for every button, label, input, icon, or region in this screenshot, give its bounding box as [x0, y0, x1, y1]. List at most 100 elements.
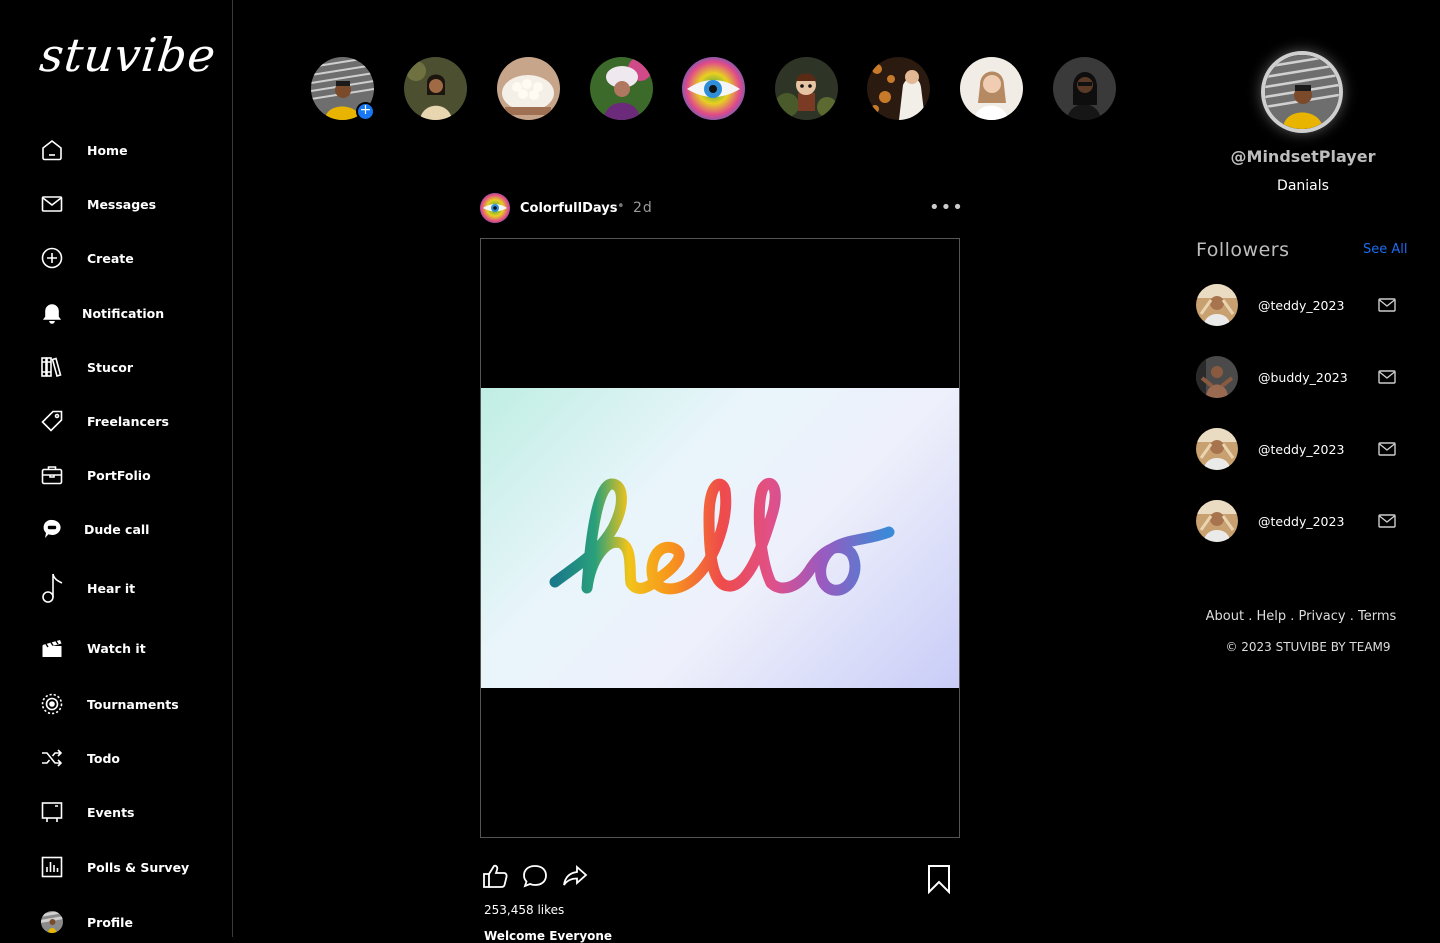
follower-name[interactable]: @teddy_2023 [1258, 298, 1344, 313]
sidebar-item-label: Watch it [87, 640, 146, 656]
briefcase-icon [40, 463, 64, 487]
home-icon [40, 138, 64, 162]
follower-item[interactable]: @buddy_2023 [1196, 356, 1401, 400]
avatar[interactable] [1196, 500, 1238, 542]
thumbs-up-icon [483, 864, 508, 888]
profile-name: Danials [1277, 178, 1329, 194]
bookmark-button[interactable] [925, 864, 953, 895]
more-options-button[interactable]: ••• [929, 197, 964, 218]
sidebar-item-label: Create [87, 250, 134, 266]
avatar [40, 910, 64, 934]
profile-handle[interactable]: @MindsetPlayer [1203, 147, 1403, 166]
link-separator: . [1244, 609, 1257, 624]
sidebar-item-label: Home [87, 142, 128, 158]
sidebar-item-label: Dude call [84, 521, 150, 537]
post-media-frame[interactable] [480, 238, 960, 838]
follower-item[interactable]: @teddy_2023 [1196, 428, 1401, 472]
share-button[interactable] [561, 862, 589, 890]
avatar[interactable] [1196, 428, 1238, 470]
story-item[interactable] [960, 57, 1023, 120]
avatar[interactable] [1196, 356, 1238, 398]
avatar[interactable] [1196, 284, 1238, 326]
story-item[interactable] [497, 57, 560, 120]
sidebar-item-tournaments[interactable]: Tournaments [40, 690, 179, 718]
follower-name[interactable]: @buddy_2023 [1258, 370, 1348, 385]
sidebar-item-label: Profile [87, 914, 133, 930]
sidebar-item-label: Messages [87, 196, 157, 212]
easel-icon [40, 800, 64, 824]
sidebar-item-watch-it[interactable]: Watch it [40, 634, 146, 662]
profile-avatar[interactable] [1261, 51, 1343, 133]
mail-icon[interactable] [1378, 440, 1396, 458]
sidebar-item-polls-survey[interactable]: Polls & Survey [40, 853, 189, 881]
story-item[interactable] [775, 57, 838, 120]
sidebar-item-label: Tournaments [87, 696, 179, 712]
sidebar-item-label: Todo [87, 750, 120, 766]
chat-bubble-icon [40, 517, 64, 541]
sidebar-item-stucor[interactable]: Stucor [40, 353, 133, 381]
tag-icon [40, 409, 64, 433]
follower-item[interactable]: @teddy_2023 [1196, 500, 1401, 544]
sidebar-item-portfolio[interactable]: PortFolio [40, 461, 151, 489]
sidebar-item-notification[interactable]: Notification [40, 299, 164, 327]
sidebar-item-todo[interactable]: Todo [40, 744, 120, 772]
post-author-avatar[interactable] [480, 193, 510, 223]
story-item[interactable] [682, 57, 745, 120]
sidebar-item-label: Stucor [87, 359, 134, 375]
add-story-button[interactable]: + [356, 102, 375, 121]
follower-item[interactable]: @teddy_2023 [1196, 284, 1401, 328]
like-button[interactable] [481, 862, 509, 890]
sidebar: stuvibe Home Messages Create Notificatio… [0, 0, 233, 937]
story-item[interactable] [867, 57, 930, 120]
link-separator: . [1286, 609, 1299, 624]
sidebar-item-events[interactable]: Events [40, 798, 134, 826]
separator-dot: • [617, 199, 625, 214]
hello-lettering [549, 477, 895, 596]
follower-name[interactable]: @teddy_2023 [1258, 514, 1344, 529]
sidebar-item-label: Notification [82, 305, 165, 321]
mail-icon [40, 192, 64, 216]
copyright-text: © 2023 STUVIBE BY TEAM9 [1225, 640, 1391, 654]
followers-heading: Followers [1196, 239, 1290, 261]
follower-name[interactable]: @teddy_2023 [1258, 442, 1344, 457]
sidebar-item-messages[interactable]: Messages [40, 190, 156, 218]
terms-link[interactable]: Terms [1358, 609, 1396, 624]
sidebar-item-label: Freelancers [87, 413, 169, 429]
post-author-name[interactable]: ColorfullDays [520, 201, 617, 216]
clapperboard-icon [40, 636, 64, 660]
story-item[interactable] [404, 57, 467, 120]
bar-chart-icon [40, 855, 64, 879]
comment-button[interactable] [521, 862, 549, 890]
comment-icon [523, 865, 547, 888]
sidebar-item-create[interactable]: Create [40, 244, 134, 272]
privacy-link[interactable]: Privacy [1299, 609, 1346, 624]
story-item[interactable] [590, 57, 653, 120]
app-logo[interactable]: stuvibe [37, 28, 219, 82]
story-item[interactable] [1053, 57, 1116, 120]
mail-icon[interactable] [1378, 296, 1396, 314]
bell-icon [40, 301, 64, 325]
sidebar-item-home[interactable]: Home [40, 136, 128, 164]
see-all-followers-link[interactable]: See All [1363, 242, 1408, 257]
post-timestamp: 2d [633, 200, 653, 216]
about-link[interactable]: About [1206, 609, 1244, 624]
sidebar-item-label: PortFolio [87, 467, 151, 483]
help-link[interactable]: Help [1257, 609, 1287, 624]
sidebar-item-hear-it[interactable]: Hear it [40, 571, 135, 605]
bookmark-icon [928, 865, 950, 895]
post-caption: Welcome Everyone [484, 929, 613, 943]
plus-circle-icon [40, 246, 64, 270]
target-icon [40, 692, 64, 716]
sidebar-item-dude-call[interactable]: Dude call [40, 515, 149, 543]
mail-icon[interactable] [1378, 512, 1396, 530]
sidebar-item-label: Polls & Survey [87, 859, 190, 875]
sidebar-item-label: Hear it [87, 580, 136, 596]
footer-links: About . Help . Privacy . Terms [1203, 609, 1399, 624]
mail-icon[interactable] [1378, 368, 1396, 386]
post-header: ColorfullDays • 2d ••• [480, 193, 963, 223]
sidebar-item-freelancers[interactable]: Freelancers [40, 407, 169, 435]
share-arrow-icon [563, 864, 588, 886]
sidebar-item-label: Events [87, 804, 135, 820]
post-image[interactable] [481, 388, 959, 688]
sidebar-item-profile[interactable]: Profile [40, 908, 133, 936]
